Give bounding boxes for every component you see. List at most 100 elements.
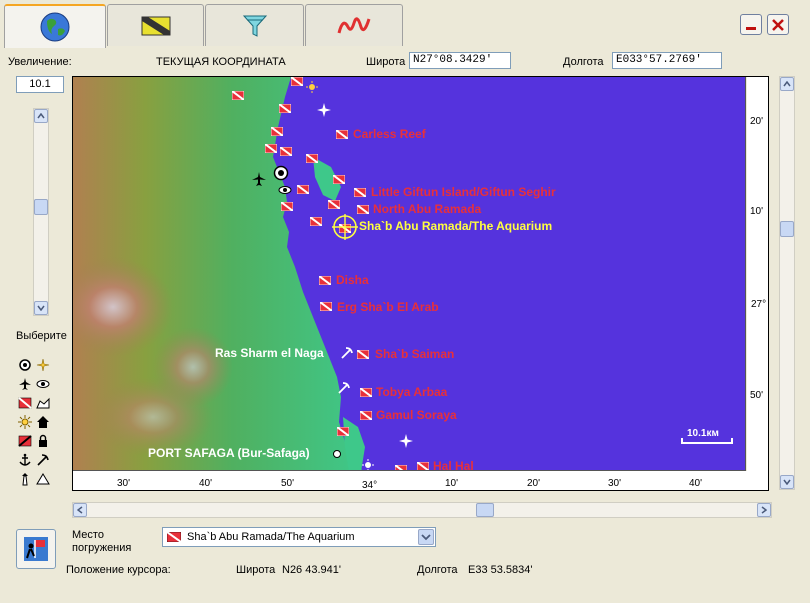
select-label: Выберите [16, 330, 67, 342]
target-icon[interactable] [18, 358, 32, 372]
site-label[interactable]: Disha [336, 273, 369, 287]
zoom-input[interactable]: 10.1 [16, 76, 64, 93]
lat-label: Широта [366, 56, 406, 68]
horizontal-scroll-thumb[interactable] [476, 503, 494, 517]
scroll-right-button[interactable] [757, 503, 771, 517]
target-icon [273, 165, 289, 181]
dive-site-button[interactable] [16, 529, 56, 569]
site-label[interactable]: Gamul Soraya [376, 408, 457, 422]
dive-flag-icon[interactable] [357, 205, 369, 214]
map-horizontal-scrollbar[interactable] [72, 502, 772, 518]
airplane-icon[interactable] [18, 377, 32, 391]
tab-filter[interactable] [205, 4, 304, 46]
port-marker-icon [333, 450, 341, 458]
tab-dive-sites[interactable] [107, 4, 204, 46]
wreck-icon[interactable] [36, 396, 50, 410]
dive-flag-icon[interactable] [281, 202, 293, 211]
place-label[interactable]: Ras Sharm el Naga [215, 346, 324, 360]
close-icon [772, 18, 784, 31]
dive-flag-icon[interactable] [279, 104, 291, 113]
dive-flag-icon[interactable] [354, 188, 366, 197]
zoom-label: Увеличение: [8, 56, 72, 68]
anchor-icon[interactable] [18, 453, 32, 467]
dive-flag-icon[interactable] [333, 175, 345, 184]
dive-flag-icon[interactable] [360, 411, 372, 420]
lat-field[interactable]: N27°08.3429' [409, 52, 511, 69]
y-tick-label: 10' [750, 206, 764, 217]
dropdown-button[interactable] [418, 529, 434, 545]
y-tick-label: 20' [750, 116, 764, 127]
site-label[interactable]: Sha`b Saiman [375, 347, 454, 361]
dive-site-label-line2: погружения [72, 542, 132, 554]
site-label[interactable]: North Abu Ramada [373, 202, 481, 216]
triangle-icon[interactable] [36, 472, 50, 486]
tab-map[interactable] [4, 4, 106, 48]
cursor-lon-value: E33 53.5834' [468, 564, 533, 576]
pennant-icon[interactable] [18, 434, 32, 448]
selected-site-label[interactable]: Sha`b Abu Ramada/The Aquarium [359, 219, 552, 233]
pickaxe-icon[interactable] [36, 453, 50, 467]
scale-bar: 10.1км [681, 428, 733, 448]
x-tick-label: 50' [281, 478, 295, 489]
eye-icon[interactable] [36, 377, 50, 391]
scroll-down-button[interactable] [780, 475, 794, 489]
house-icon[interactable] [36, 415, 50, 429]
scale-label: 10.1км [687, 428, 719, 439]
x-axis-strip [73, 471, 768, 490]
dive-flag-icon[interactable] [232, 91, 244, 100]
dive-flag-icon[interactable] [360, 388, 372, 397]
chevron-right-icon [761, 506, 767, 514]
zoom-thumb[interactable] [34, 199, 48, 215]
close-button[interactable] [767, 14, 789, 35]
lock-icon[interactable] [36, 434, 50, 448]
dive-site-selected-value: Sha`b Abu Ramada/The Aquarium [187, 531, 355, 543]
pickaxe-icon [338, 382, 350, 394]
dive-flag-icon[interactable] [297, 185, 309, 194]
sun-icon [306, 81, 318, 93]
place-label[interactable]: PORT SAFAGA (Bur-Safaga) [148, 446, 310, 460]
chevron-down-icon [37, 305, 45, 311]
site-label[interactable]: Tobya Arbaa [376, 385, 447, 399]
dive-flag-icon[interactable] [280, 147, 292, 156]
dive-flag-icon[interactable] [357, 350, 369, 359]
site-label[interactable]: Hal Hal [433, 459, 474, 470]
dive-flag-icon[interactable] [328, 200, 340, 209]
scroll-left-button[interactable] [73, 503, 87, 517]
map-view[interactable]: Carless Reef Little Giftun Island/Giftun… [72, 76, 746, 471]
dive-flag-icon[interactable] [306, 154, 318, 163]
dive-flag-icon[interactable] [337, 427, 349, 436]
zoom-up-button[interactable] [34, 109, 48, 123]
dive-flag-icon[interactable] [417, 462, 429, 471]
map-vertical-scrollbar[interactable] [779, 76, 795, 490]
dive-flag-toggle-icon[interactable] [18, 396, 32, 410]
lon-field[interactable]: E033°57.2769' [612, 52, 722, 69]
dive-flag-icon[interactable] [336, 130, 348, 139]
chevron-down-icon [421, 534, 431, 541]
dive-flag-icon[interactable] [265, 144, 277, 153]
scroll-up-button[interactable] [780, 77, 794, 91]
vertical-scroll-thumb[interactable] [780, 221, 794, 237]
site-label[interactable]: Erg Sha`b El Arab [337, 300, 439, 314]
site-label[interactable]: Carless Reef [353, 127, 426, 141]
dive-site-select[interactable]: Sha`b Abu Ramada/The Aquarium [162, 527, 436, 547]
site-label[interactable]: Little Giftun Island/Giftun Seghir [371, 185, 556, 199]
dive-flag-icon[interactable] [271, 127, 283, 136]
zoom-down-button[interactable] [34, 301, 48, 315]
minimize-button[interactable] [740, 14, 762, 35]
airplane-icon [252, 172, 266, 186]
sun-icon[interactable] [18, 415, 32, 429]
dive-flag-icon[interactable] [310, 217, 322, 226]
lighthouse-icon[interactable] [18, 472, 32, 486]
tab-profile[interactable] [305, 4, 403, 46]
x-tick-label: 30' [117, 478, 131, 489]
cursor-lat-label: Широта [236, 564, 276, 576]
x-tick-label: 40' [199, 478, 213, 489]
chevron-down-icon [783, 479, 791, 485]
cursor-lat-value: N26 43.941' [282, 564, 341, 576]
dive-flag-icon[interactable] [291, 77, 303, 86]
dive-flag-icon[interactable] [320, 302, 332, 311]
chevron-up-icon [37, 113, 45, 119]
sparkle-icon[interactable] [36, 358, 50, 372]
zoom-slider[interactable] [33, 108, 49, 316]
dive-flag-icon[interactable] [319, 276, 331, 285]
